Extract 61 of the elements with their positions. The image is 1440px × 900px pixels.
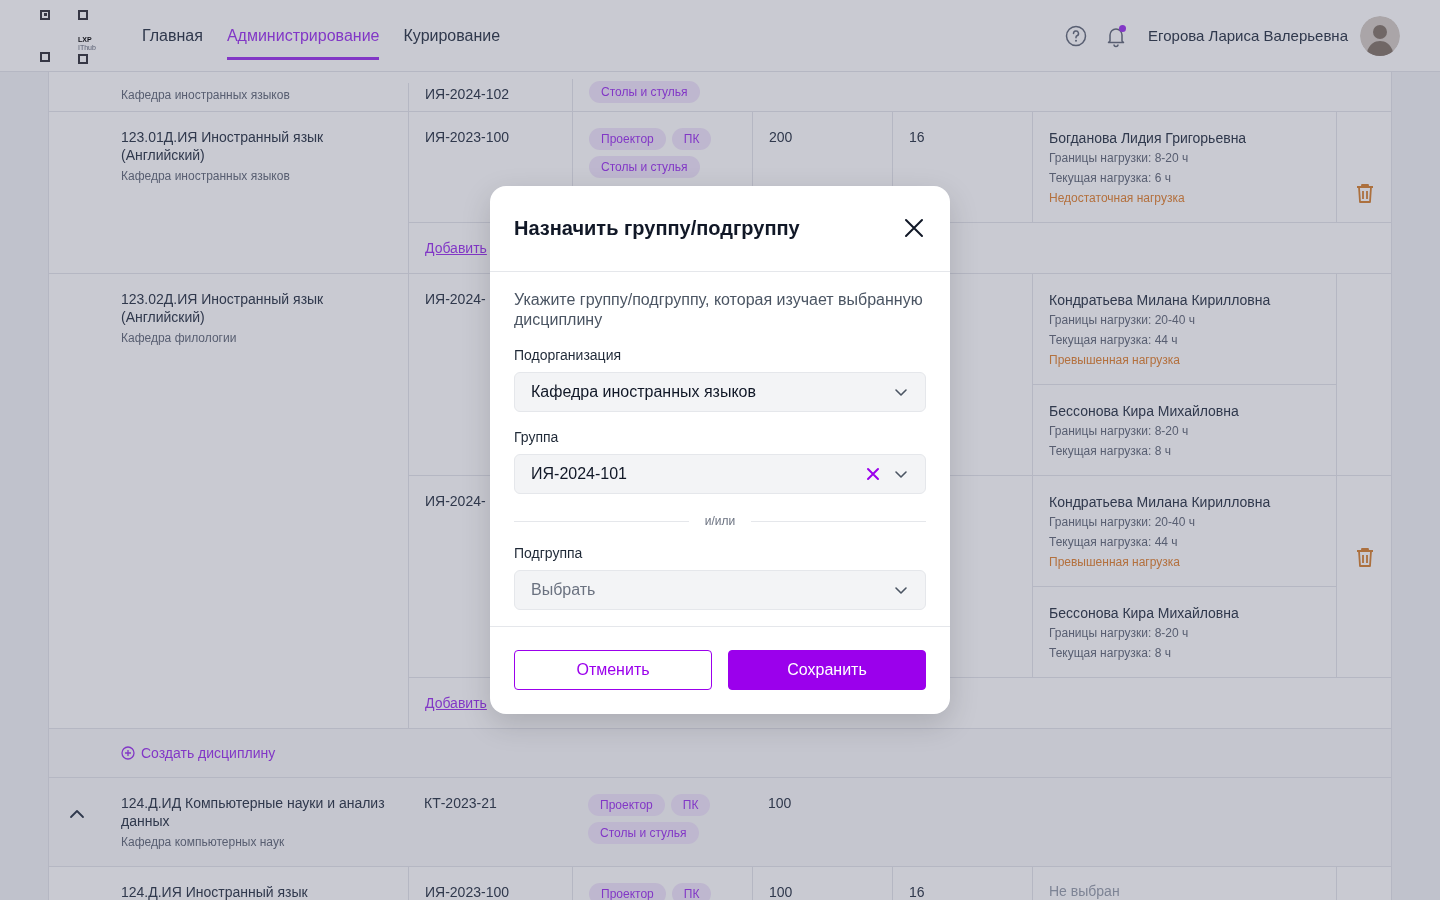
close-icon[interactable] — [902, 216, 926, 240]
load-warning: Превышенная нагрузка — [1049, 352, 1181, 369]
equipment-tag: ПК — [671, 128, 712, 150]
hours-cell: 100 — [752, 867, 892, 900]
current-load: Текущая нагрузка: 44 ч — [1049, 534, 1179, 551]
equipment-tag: Проектор — [588, 794, 665, 816]
equipment-tag: Проектор — [589, 883, 666, 900]
current-load: Текущая нагрузка: 6 ч — [1049, 170, 1172, 187]
add-group-link[interactable]: Добавить — [425, 695, 487, 711]
teacher-name: Кондратьева Милана Кирилловна — [1049, 291, 1272, 310]
teacher-name: Бессонова Кира Михайловна — [1049, 402, 1240, 421]
department-name: Кафедра иностранных языков — [121, 168, 291, 184]
cancel-button[interactable]: Отменить — [514, 650, 712, 690]
create-discipline-button[interactable]: Создать дисциплину — [121, 745, 276, 761]
equipment-tag: Столы и стулья — [589, 156, 700, 178]
field-label: Группа — [514, 428, 560, 446]
current-load: Текущая нагрузка: 8 ч — [1049, 645, 1172, 662]
divider-label: и/или — [704, 514, 736, 528]
discipline-title: 123.02Д.ИЯ Иностранный язык (Английский) — [121, 290, 325, 326]
nav-tab[interactable]: Курирование — [403, 0, 501, 72]
clear-icon[interactable] — [865, 466, 881, 482]
user-name[interactable]: Егорова Лариса Валерьевна — [1148, 27, 1348, 44]
group-code: КТ-2023-21 — [423, 794, 498, 813]
select-field[interactable]: ИЯ-2024-101 — [514, 454, 926, 494]
plus-circle-icon — [121, 746, 135, 760]
teacher-cell: Не выбран — [1032, 867, 1336, 900]
load-limits: Границы нагрузки: 8-20 ч — [1049, 150, 1190, 167]
select-field[interactable]: Кафедра иностранных языков — [514, 372, 926, 412]
avatar[interactable] — [1360, 15, 1400, 56]
nav-tab[interactable]: Главная — [142, 0, 203, 72]
help-icon[interactable] — [1064, 23, 1089, 48]
discipline-title: 124.Д.ИД Компьютерные науки и анализ данных — [121, 794, 386, 830]
discipline-title: 124.Д.ИЯ Иностранный язык — [121, 883, 309, 900]
select-field[interactable]: Выбрать — [514, 570, 926, 610]
load-limits: Границы нагрузки: 20-40 ч — [1049, 514, 1196, 531]
teacher-name: Богданова Лидия Григорьевна — [1049, 129, 1248, 148]
load-limits: Границы нагрузки: 8-20 ч — [1049, 423, 1190, 440]
department-name: Кафедра компьютерных наук — [121, 834, 286, 850]
group-code: ИЯ-2023-100 — [408, 867, 572, 900]
add-group-link[interactable]: Добавить — [425, 240, 487, 256]
group-code: ИЯ-2024-102 — [408, 83, 572, 111]
equipment-tag: Проектор — [589, 128, 666, 150]
equipment-tag: ПК — [671, 883, 712, 900]
teacher-name: Бессонова Кира Михайловна — [1049, 604, 1240, 623]
current-load: Текущая нагрузка: 8 ч — [1049, 443, 1172, 460]
weeks-cell: 16 — [892, 867, 1032, 900]
current-load: Текущая нагрузка: 44 ч — [1049, 332, 1179, 349]
discipline-title: 123.01Д.ИЯ Иностранный язык (Английский) — [121, 128, 325, 164]
load-warning: Превышенная нагрузка — [1049, 554, 1181, 571]
load-limits: Границы нагрузки: 20-40 ч — [1049, 312, 1196, 329]
nav-tab[interactable]: Администрирование — [226, 0, 380, 60]
load-limits: Границы нагрузки: 8-20 ч — [1049, 625, 1190, 642]
department-name: Кафедра филологии — [121, 330, 238, 346]
load-warning: Недостаточная нагрузка — [1049, 190, 1186, 207]
equipment-tag: ПК — [670, 794, 711, 816]
equipment-tag: Столы и стулья — [589, 81, 700, 103]
department-name: Кафедра иностранных языков — [121, 87, 291, 103]
save-button[interactable]: Сохранить — [728, 650, 926, 690]
teacher-name: Кондратьева Милана Кирилловна — [1049, 493, 1272, 512]
equipment-tag: Столы и стулья — [588, 822, 699, 844]
hours-cell-text: 100 — [767, 794, 793, 813]
